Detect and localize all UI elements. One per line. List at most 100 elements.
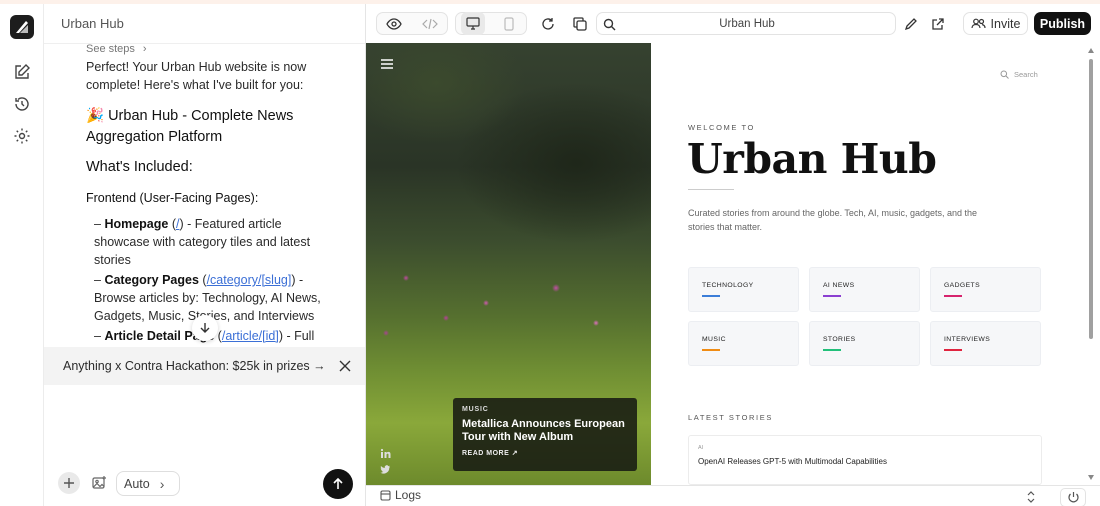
story-title[interactable]: OpenAI Releases GPT-5 with Multimodal Ca… [698, 457, 887, 466]
message-heading: 🎉 Urban Hub - Complete News Aggregation … [86, 108, 294, 145]
twitter-icon[interactable] [380, 462, 391, 474]
feature-name: Category Pages [104, 273, 199, 287]
included-heading: What's Included: [86, 159, 193, 175]
see-steps-toggle[interactable]: See steps › [86, 44, 147, 58]
preview-scrollbar[interactable] [1084, 43, 1100, 485]
route-link[interactable]: / [176, 217, 179, 231]
see-steps-label: See steps [86, 44, 135, 55]
category-label: GADGETS [944, 282, 981, 289]
app-rail [0, 4, 44, 506]
arrow-down-icon [200, 323, 210, 333]
search-label: Search [1014, 70, 1038, 79]
chevron-right-icon: › [142, 44, 147, 55]
external-link-icon: ↗ [511, 450, 519, 457]
code-icon[interactable] [418, 12, 442, 35]
category-label: MUSIC [702, 336, 726, 343]
site-tagline: Curated stories from around the globe. T… [688, 208, 978, 232]
app-logo[interactable] [10, 15, 34, 39]
mode-selector[interactable]: Auto › [116, 471, 180, 496]
category-accent-bar [944, 295, 962, 297]
url-bar[interactable]: Urban Hub [596, 12, 896, 35]
logs-label: Logs [395, 488, 422, 502]
route-link[interactable]: /category/[slug] [207, 273, 292, 287]
category-accent-bar [702, 295, 720, 297]
featured-title[interactable]: Metallica Announces European Tour with N… [462, 418, 628, 444]
featured-category: MUSIC [462, 406, 489, 413]
category-accent-bar [823, 349, 841, 351]
message-intro: Perfect! Your Urban Hub website is now c… [86, 60, 307, 92]
chat-panel: Urban Hub See steps › Perfect! Your Urba… [44, 4, 365, 506]
edit-pencil-icon[interactable] [899, 12, 923, 35]
hamburger-menu-icon[interactable] [380, 57, 394, 69]
hero-image: MUSIC Metallica Announces European Tour … [366, 43, 651, 485]
read-more-label: READ MORE [462, 450, 510, 457]
mobile-icon[interactable] [497, 12, 521, 35]
add-attachment-button[interactable] [58, 472, 80, 494]
site-intro-column: Search WELCOME TO Urban Hub Curated stor… [651, 43, 1084, 485]
mode-label: Auto [124, 476, 150, 491]
category-accent-bar [944, 349, 962, 351]
logs-toggle[interactable]: Logs [380, 488, 421, 502]
scroll-to-bottom-button[interactable] [192, 315, 218, 341]
assistant-message: See steps › Perfect! Your Urban Hub webs… [86, 44, 336, 347]
copy-icon[interactable] [568, 12, 592, 35]
preview-panel: Urban Hub Invite Publish MUSIC Metallica… [365, 4, 1100, 506]
category-tile-music[interactable]: MUSIC [688, 321, 799, 366]
story-card[interactable]: AI OpenAI Releases GPT-5 with Multimodal… [688, 435, 1042, 485]
publish-button[interactable]: Publish [1034, 12, 1091, 35]
scroll-up-arrow[interactable] [1088, 48, 1094, 53]
feature-name: Homepage [104, 217, 169, 231]
latest-stories-heading: LATEST STORIES [688, 413, 773, 422]
image-upload-icon[interactable] [91, 475, 107, 491]
category-tile-technology[interactable]: TECHNOLOGY [688, 267, 799, 312]
promo-banner[interactable]: Anything x Contra Hackathon: $25k in pri… [44, 347, 365, 385]
users-icon [970, 18, 986, 29]
list-item: – Homepage (/) - Featured article showca… [94, 217, 311, 267]
logs-bar: Logs [366, 485, 1100, 506]
category-tile-ai-news[interactable]: AI NEWS [809, 267, 920, 312]
list-item: – Category Pages (/category/[slug]) - Br… [94, 273, 321, 323]
site-search[interactable]: Search [1000, 70, 1038, 79]
linkedin-icon[interactable] [380, 446, 391, 458]
logs-icon [380, 489, 391, 501]
promo-banner-text[interactable]: Anything x Contra Hackathon: $25k in pri… [63, 359, 326, 373]
category-tile-gadgets[interactable]: GADGETS [930, 267, 1041, 312]
flower-garden-decor [366, 248, 651, 348]
invite-label: Invite [990, 16, 1021, 31]
story-category: AI [698, 445, 704, 451]
close-icon[interactable] [337, 358, 353, 374]
category-accent-bar [823, 295, 841, 297]
power-icon [1068, 492, 1079, 503]
new-chat-icon[interactable] [12, 62, 32, 82]
divider [688, 189, 734, 190]
desktop-icon[interactable] [461, 12, 485, 35]
send-button[interactable] [323, 469, 353, 499]
scrollbar-thumb[interactable] [1089, 59, 1093, 339]
frontend-heading: Frontend (User-Facing Pages): [86, 191, 259, 205]
read-more-link[interactable]: READ MORE ↗ [462, 449, 628, 457]
invite-button[interactable]: Invite [963, 12, 1028, 35]
route-link[interactable]: /article/[id] [222, 329, 279, 343]
chat-title: Urban Hub [61, 16, 124, 31]
history-icon[interactable] [12, 94, 32, 114]
plus-icon [64, 478, 74, 488]
featured-article-card[interactable]: MUSIC Metallica Announces European Tour … [453, 398, 637, 471]
website-preview: MUSIC Metallica Announces European Tour … [366, 43, 1084, 485]
category-label: AI NEWS [823, 282, 855, 289]
open-external-icon[interactable] [926, 12, 950, 35]
arrow-up-icon [333, 477, 343, 489]
category-tile-stories[interactable]: STORIES [809, 321, 920, 366]
preview-eye-icon[interactable] [382, 12, 406, 35]
settings-gear-icon[interactable] [12, 126, 32, 146]
expand-icon[interactable] [1025, 490, 1037, 504]
welcome-label: WELCOME TO [688, 123, 755, 132]
scroll-down-arrow[interactable] [1088, 475, 1094, 480]
chevron-right-icon: › [159, 475, 165, 492]
category-label: TECHNOLOGY [702, 282, 754, 289]
power-button[interactable] [1060, 488, 1086, 506]
search-icon [1000, 70, 1009, 79]
preview-toolbar: Urban Hub Invite Publish [366, 4, 1100, 43]
refresh-icon[interactable] [536, 12, 560, 35]
category-accent-bar [702, 349, 720, 351]
category-tile-interviews[interactable]: INTERVIEWS [930, 321, 1041, 366]
